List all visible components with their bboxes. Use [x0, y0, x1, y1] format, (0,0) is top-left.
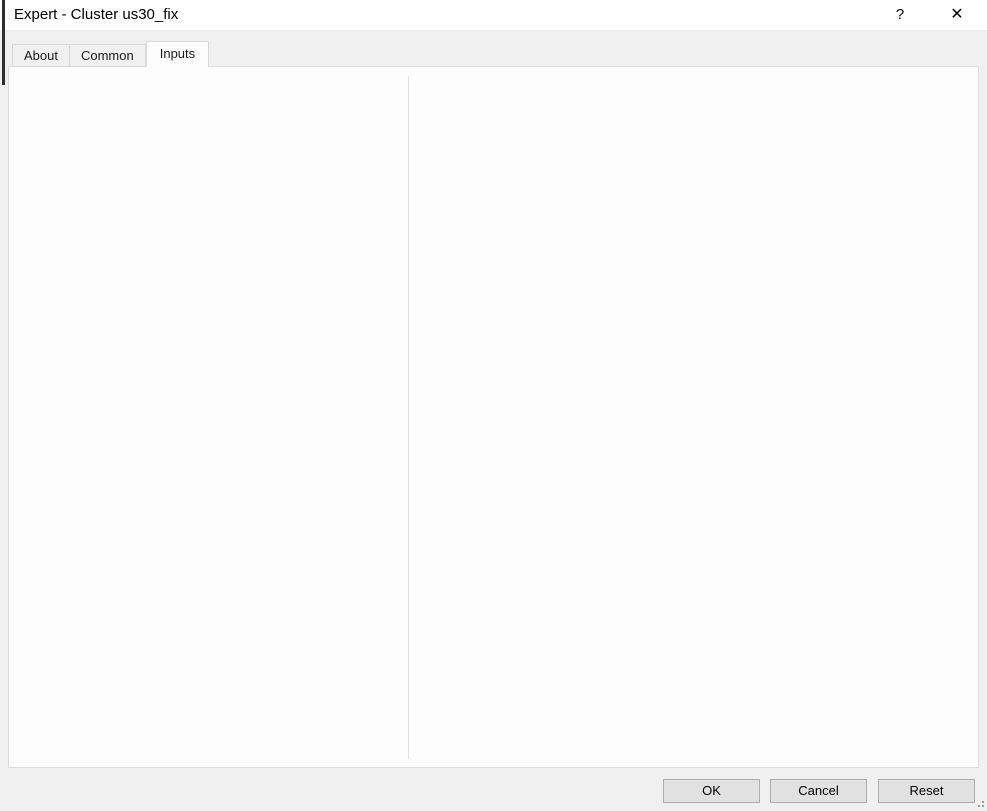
title-bar: Expert - Cluster us30_fix ? ✕ — [0, 0, 987, 30]
column-divider[interactable] — [408, 76, 409, 759]
reset-button[interactable]: Reset — [878, 779, 975, 803]
close-icon[interactable]: ✕ — [940, 0, 974, 30]
help-icon[interactable]: ? — [883, 0, 917, 30]
ok-button[interactable]: OK — [663, 779, 760, 803]
tab-bar: About Common Inputs — [12, 41, 209, 67]
window-title: Expert - Cluster us30_fix — [14, 6, 178, 23]
window-edge-shadow — [2, 0, 5, 85]
resize-grip[interactable] — [976, 799, 984, 807]
inputs-tab-panel — [8, 66, 979, 768]
tab-about[interactable]: About — [12, 44, 70, 67]
cancel-button[interactable]: Cancel — [770, 779, 867, 803]
tab-common[interactable]: Common — [70, 44, 146, 67]
tab-inputs[interactable]: Inputs — [146, 41, 209, 67]
